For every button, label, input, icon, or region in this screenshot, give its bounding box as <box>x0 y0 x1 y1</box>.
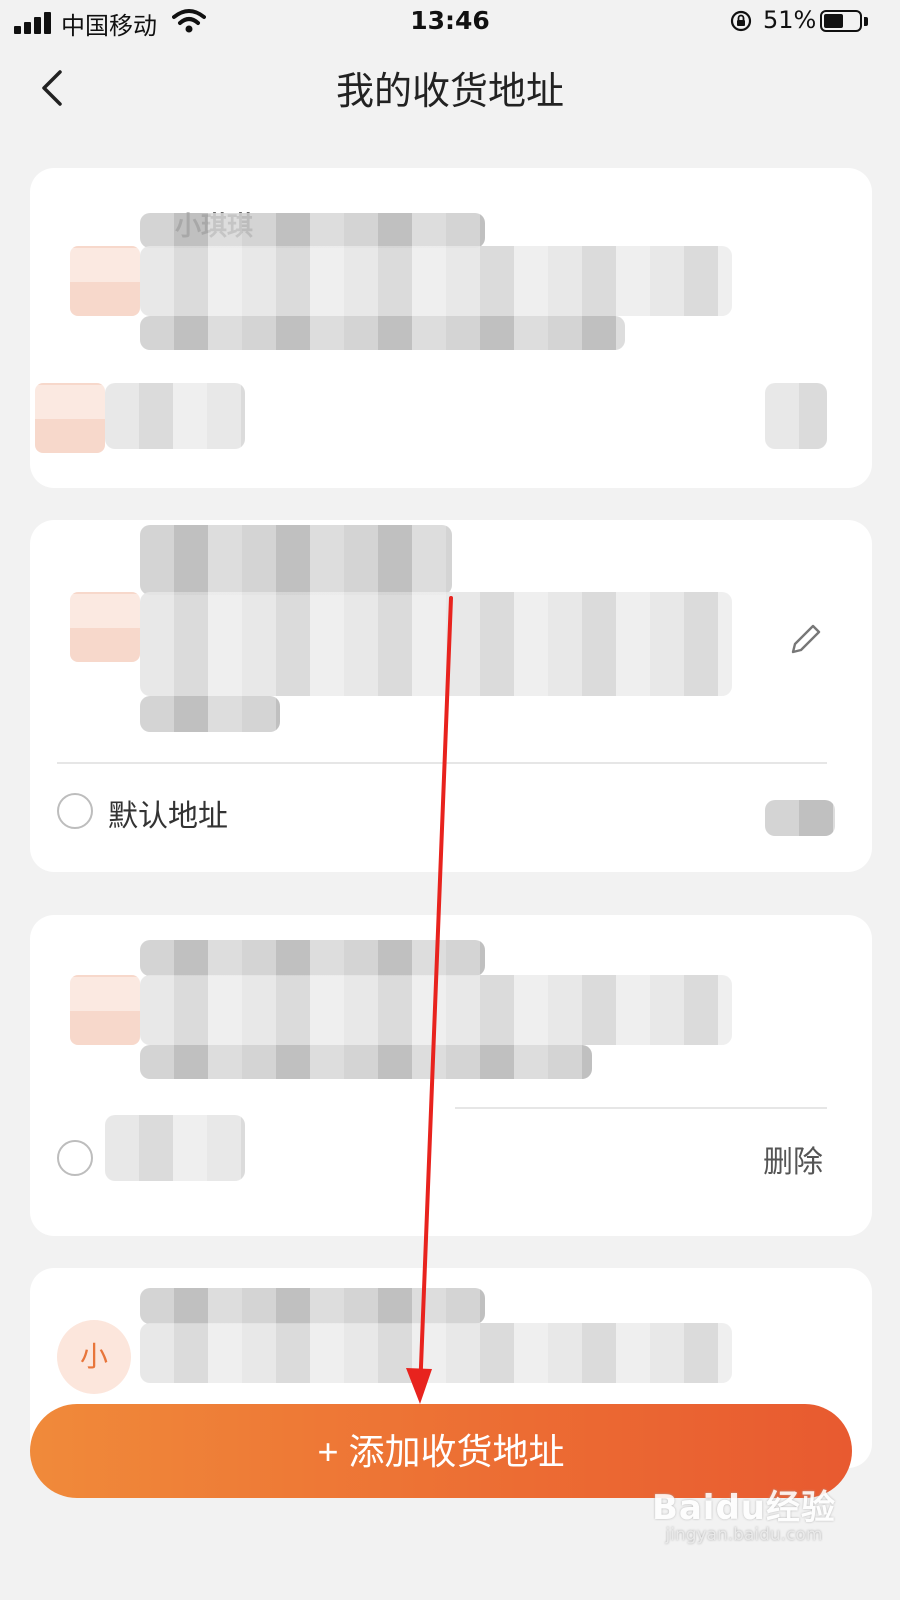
battery-tip <box>864 17 868 26</box>
page-title: 我的收货地址 <box>335 69 564 113</box>
blurred-address-line <box>140 316 625 350</box>
delete-button[interactable]: 删除 <box>763 1137 823 1181</box>
watermark-logo: Baidu经验 <box>651 1488 836 1528</box>
blurred-default-label <box>105 1115 245 1181</box>
blurred-avatar <box>70 592 140 662</box>
blurred-address <box>140 1323 732 1383</box>
nav-bar: 我的收货地址 <box>0 46 900 134</box>
blurred-default-label <box>105 383 245 449</box>
recipient-avatar: 小 <box>57 1320 131 1394</box>
blurred-delete <box>765 800 835 836</box>
blurred-contact <box>140 940 485 976</box>
default-radio[interactable] <box>57 1140 93 1176</box>
battery-percent: 51% <box>763 6 817 34</box>
address-card[interactable]: 默认地址 <box>30 520 872 872</box>
blurred-delete <box>765 383 827 449</box>
blurred-address <box>140 975 732 1045</box>
blurred-address-line <box>140 1045 592 1079</box>
watermark-url: jingyan.baidu.com <box>665 1525 823 1545</box>
baidu-watermark: Baidu经验 jingyan.baidu.com <box>652 1480 836 1545</box>
address-card[interactable]: 删除 <box>30 915 872 1236</box>
blurred-avatar <box>70 246 140 316</box>
blurred-contact <box>140 1288 485 1324</box>
blurred-contact <box>140 213 485 248</box>
blurred-address <box>140 592 732 696</box>
blurred-avatar <box>70 975 140 1045</box>
edit-icon[interactable] <box>785 620 825 660</box>
card-divider <box>57 762 827 764</box>
status-bar: 中国移动 13:46 51% <box>0 0 900 46</box>
blurred-address <box>140 246 732 316</box>
card-divider <box>455 1107 827 1109</box>
blurred-radio <box>35 383 105 453</box>
address-card[interactable]: 小琪琪 <box>30 168 872 488</box>
rotation-lock-icon <box>730 10 752 32</box>
blurred-address-line <box>140 696 280 732</box>
default-radio[interactable] <box>57 793 93 829</box>
battery-icon <box>820 10 862 32</box>
blurred-contact <box>140 525 452 595</box>
default-address-label: 默认地址 <box>108 799 228 834</box>
